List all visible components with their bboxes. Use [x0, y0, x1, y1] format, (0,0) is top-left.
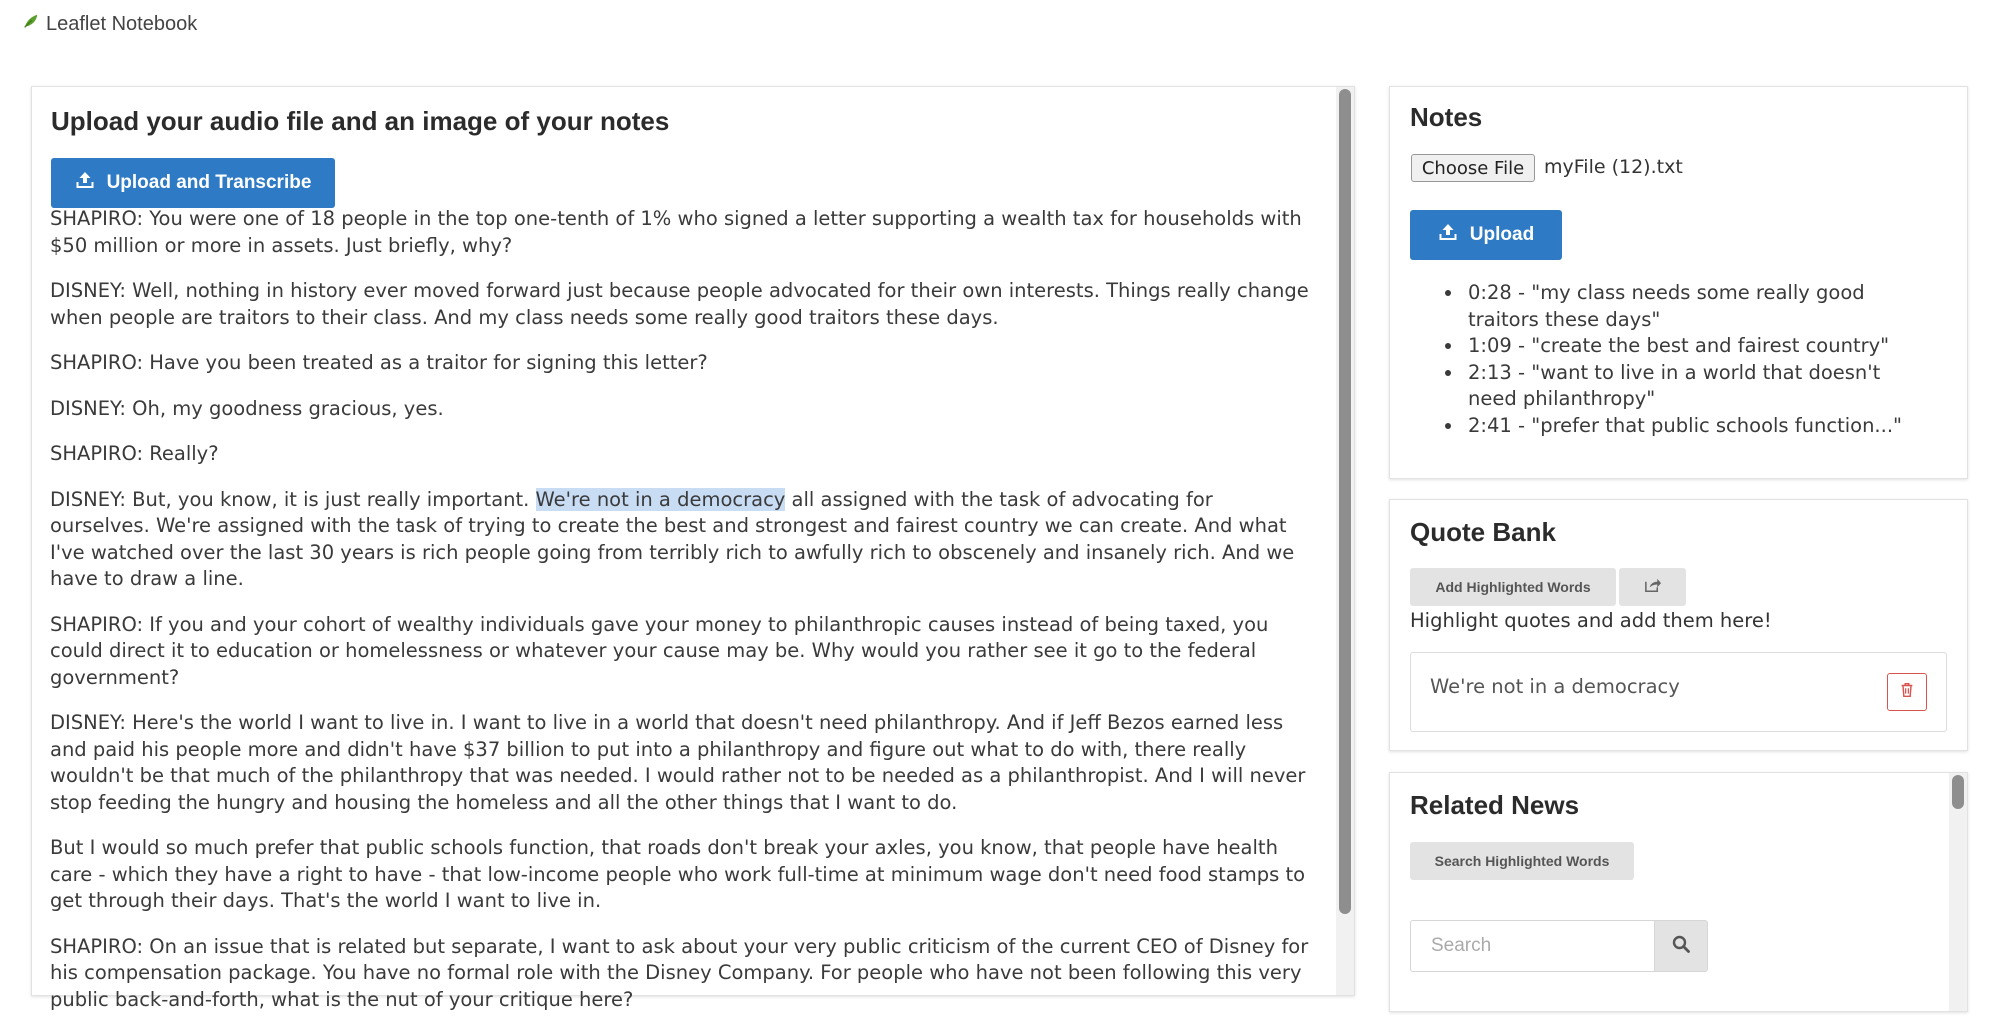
transcript-paragraph: DISNEY: Oh, my goodness gracious, yes. — [50, 396, 444, 420]
related-news-heading: Related News — [1410, 790, 1580, 820]
selected-file-name: myFile (12).txt — [1544, 156, 1683, 178]
upload-icon — [1438, 222, 1458, 248]
notes-upload-button[interactable]: Upload — [1410, 210, 1562, 260]
quote-text: We're not in a democracy — [1430, 675, 1680, 698]
search-button[interactable] — [1654, 920, 1708, 972]
search-input[interactable] — [1410, 920, 1654, 972]
transcript-paragraph: DISNEY: Here's the world I want to live … — [50, 711, 1306, 814]
upload-icon — [75, 170, 95, 196]
text-selection-highlight: We're not in a democracy — [535, 487, 786, 511]
quote-card: We're not in a democracy — [1410, 652, 1947, 732]
transcript-text[interactable]: SHAPIRO: You were one of 18 people in th… — [50, 206, 1310, 1032]
delete-quote-button[interactable] — [1887, 673, 1927, 711]
notes-heading: Notes — [1410, 102, 1483, 132]
transcript-paragraph: SHAPIRO: Really? — [50, 442, 219, 465]
transcript-paragraph: SHAPIRO: You were one of 18 people in th… — [50, 207, 1302, 257]
leaf-icon — [22, 12, 40, 36]
app-brand[interactable]: Leaflet Notebook — [22, 12, 197, 36]
notes-list: 0:28 - "my class needs some really good … — [1438, 280, 1918, 439]
note-item: 2:13 - "want to live in a world that doe… — [1464, 360, 1918, 413]
choose-file-button[interactable]: Choose File — [1411, 154, 1535, 182]
transcript-paragraph: SHAPIRO: If you and your cohort of wealt… — [50, 612, 1269, 689]
add-highlighted-words-button[interactable]: Add Highlighted Words — [1410, 568, 1616, 606]
app-title: Leaflet Notebook — [46, 12, 198, 35]
transcript-paragraph: SHAPIRO: Have you been treated as a trai… — [50, 351, 708, 374]
transcript-paragraph: DISNEY: But, you know, it is just really… — [50, 487, 1310, 593]
transcript-scrollbar-thumb[interactable] — [1339, 89, 1351, 914]
quote-bank-heading: Quote Bank — [1410, 517, 1556, 547]
note-item: 1:09 - "create the best and fairest coun… — [1464, 333, 1918, 360]
trash-icon — [1898, 681, 1916, 703]
upload-transcribe-button[interactable]: Upload and Transcribe — [51, 158, 335, 208]
transcript-paragraph: DISNEY: Well, nothing in history ever mo… — [50, 279, 1309, 329]
upload-transcribe-label: Upload and Transcribe — [106, 172, 312, 193]
share-icon — [1643, 576, 1662, 598]
quote-bank-hint: Highlight quotes and add them here! — [1410, 609, 1772, 632]
note-item: 2:41 - "prefer that public schools funct… — [1464, 413, 1918, 440]
search-icon — [1671, 934, 1691, 958]
transcribe-heading: Upload your audio file and an image of y… — [51, 106, 670, 136]
notes-upload-label: Upload — [1469, 224, 1535, 245]
transcript-paragraph: SHAPIRO: On an issue that is related but… — [50, 934, 1309, 1011]
search-highlighted-words-button[interactable]: Search Highlighted Words — [1410, 842, 1634, 880]
transcript-paragraph: But I would so much prefer that public s… — [50, 836, 1306, 912]
related-news-scrollbar-thumb[interactable] — [1952, 775, 1964, 809]
transcript-text-run: DISNEY: But, you know, it is just really… — [50, 487, 536, 511]
note-item: 0:28 - "my class needs some really good … — [1464, 280, 1918, 333]
share-button[interactable] — [1619, 568, 1686, 606]
